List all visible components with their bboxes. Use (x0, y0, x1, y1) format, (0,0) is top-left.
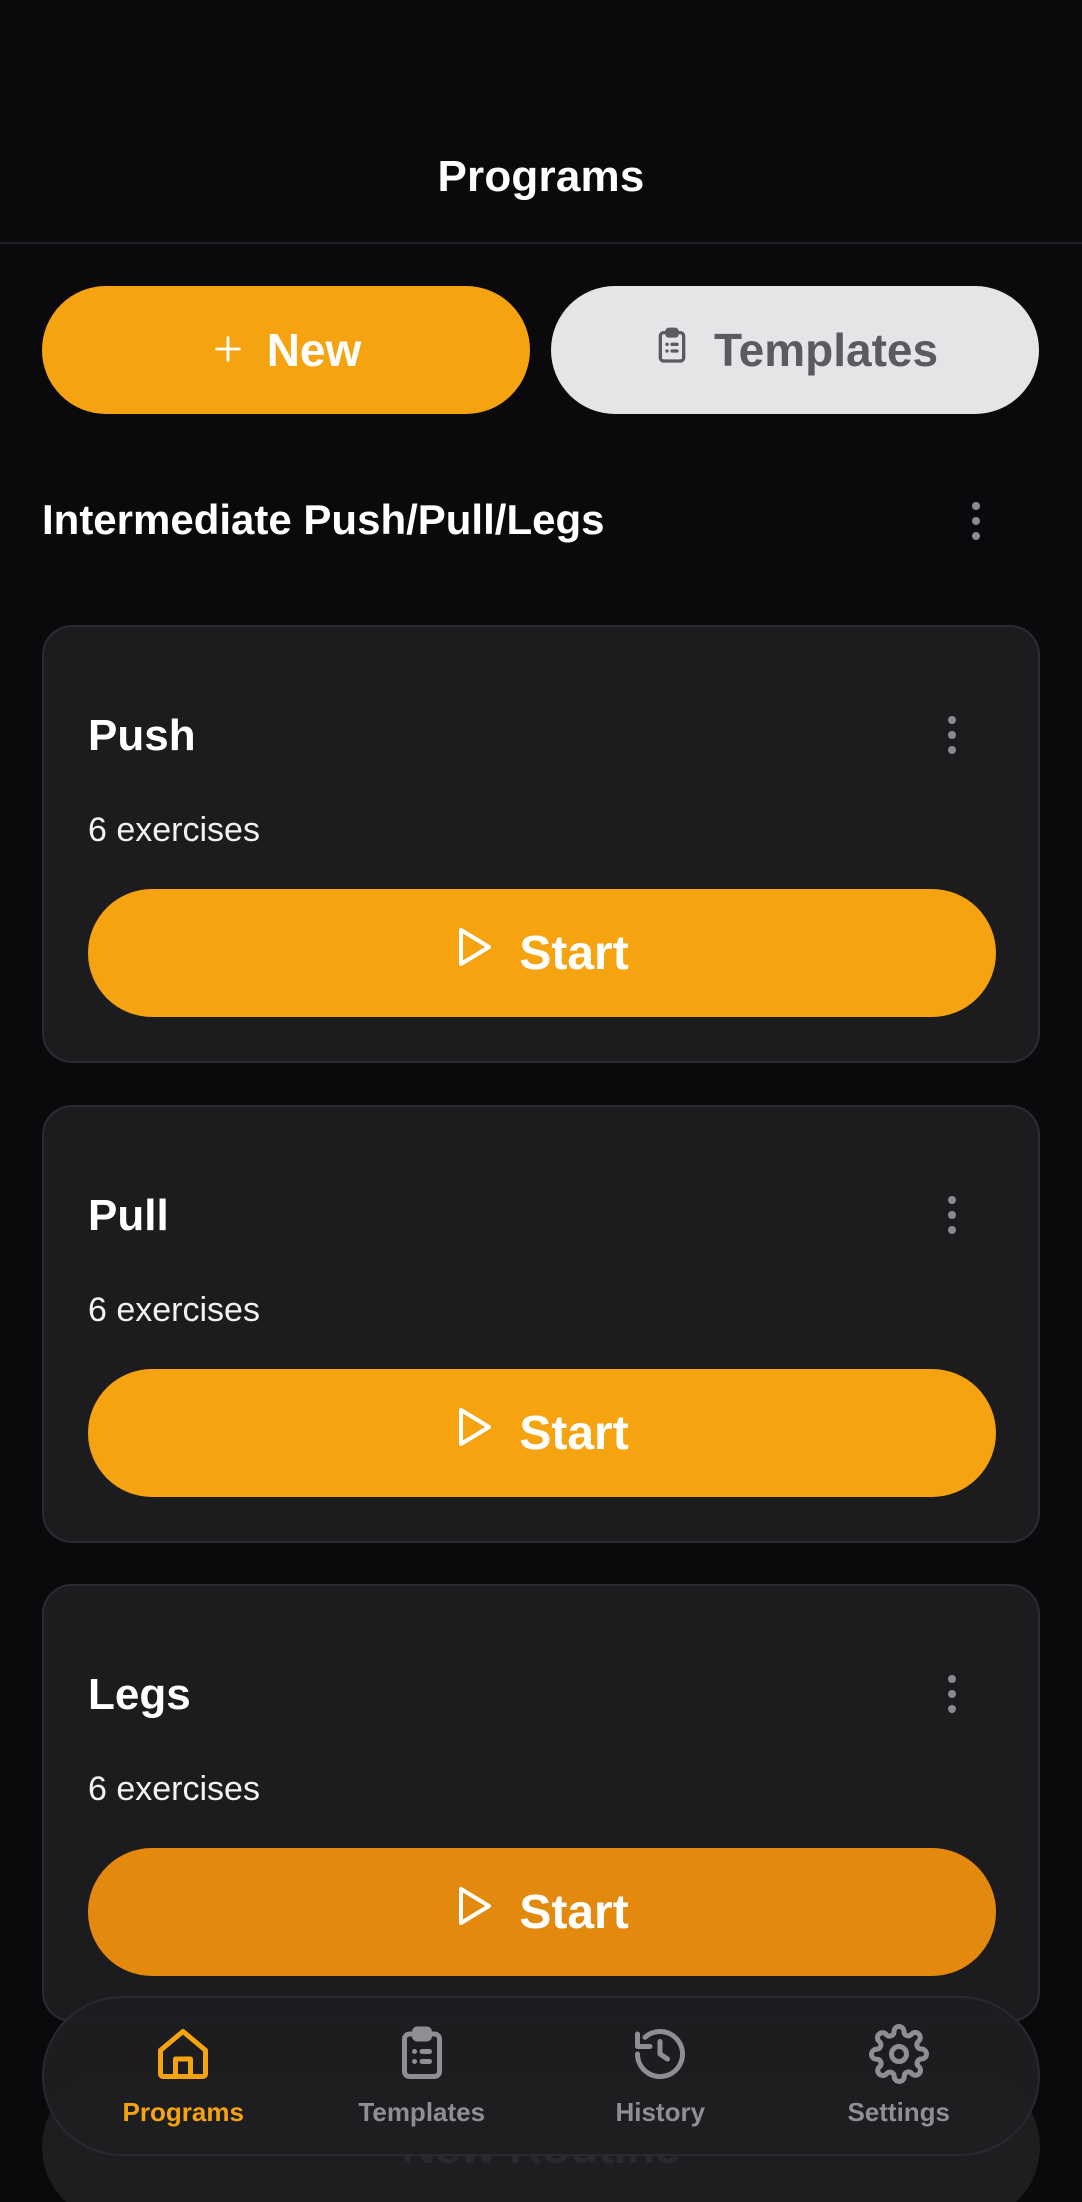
start-pull-button[interactable]: Start (88, 1369, 996, 1497)
play-icon (455, 1405, 495, 1461)
nav-label-templates: Templates (358, 2097, 486, 2127)
program-more-icon[interactable] (956, 491, 996, 551)
programs-screen: Programs New Templates Intermediate Push… (0, 0, 1082, 2202)
start-label: Start (519, 926, 629, 980)
new-program-button[interactable]: New (42, 286, 530, 414)
routine-title: Pull (88, 1191, 169, 1240)
templates-button-label: Templates (713, 324, 939, 376)
nav-item-templates[interactable]: Templates (312, 2024, 532, 2128)
start-legs-button[interactable]: Start (88, 1848, 996, 1976)
new-button-label: New (266, 324, 362, 376)
plus-icon (211, 323, 245, 377)
routine-card-pull: Pull 6 exercises Start (42, 1105, 1040, 1543)
nav-item-programs[interactable]: Programs (73, 2024, 293, 2128)
templates-button[interactable]: Templates (551, 286, 1039, 414)
routine-title: Push (88, 711, 196, 760)
start-label: Start (519, 1406, 629, 1460)
play-icon (455, 925, 495, 981)
routine-more-icon[interactable] (932, 705, 972, 765)
history-icon (630, 2024, 690, 2089)
routine-card-push: Push 6 exercises Start (42, 625, 1040, 1063)
start-label: Start (519, 1885, 629, 1939)
clipboard-icon (652, 323, 692, 377)
routine-exercise-count: 6 exercises (88, 1291, 260, 1329)
nav-item-settings[interactable]: Settings (789, 2024, 1009, 2128)
gear-icon (868, 2024, 929, 2089)
routine-title: Legs (88, 1670, 191, 1719)
routine-more-icon[interactable] (932, 1664, 972, 1724)
home-icon (153, 2024, 213, 2089)
start-push-button[interactable]: Start (88, 889, 996, 1017)
play-icon (455, 1884, 495, 1940)
routine-exercise-count: 6 exercises (88, 811, 260, 849)
routine-card-legs: Legs 6 exercises Start (42, 1584, 1040, 2022)
app-header: Programs (0, 0, 1082, 244)
routine-exercise-count: 6 exercises (88, 1770, 260, 1808)
page-title: Programs (437, 152, 645, 201)
routine-more-icon[interactable] (932, 1185, 972, 1245)
nav-label-settings: Settings (847, 2097, 951, 2127)
program-title: Intermediate Push/Pull/Legs (42, 496, 605, 543)
nav-label-history: History (615, 2097, 706, 2127)
nav-label-programs: Programs (122, 2097, 244, 2127)
clipboard-icon (392, 2024, 452, 2089)
bottom-navigation: Programs Templates History Settings (42, 1996, 1040, 2156)
nav-item-history[interactable]: History (550, 2024, 770, 2128)
